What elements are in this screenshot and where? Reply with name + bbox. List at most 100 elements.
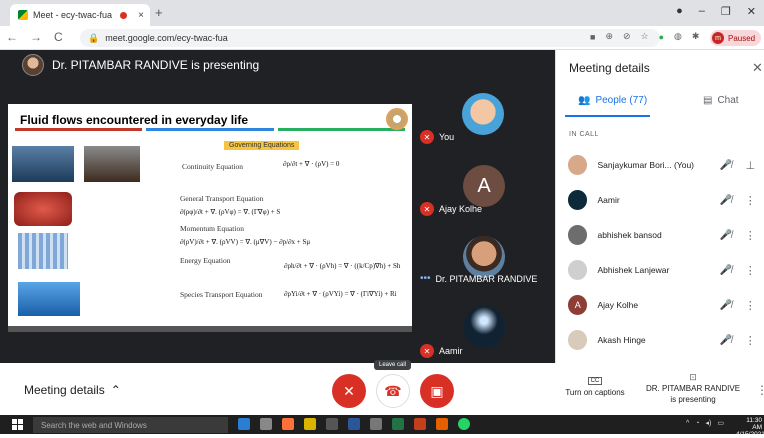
url-bar[interactable]: 🔒 meet.google.com/ecy-twac-fua [80,29,660,47]
reload-button[interactable]: C [54,30,63,44]
participant-avatar [462,93,504,135]
chevron-up-icon: ⌃ [110,383,121,397]
camera-off-icon: ▣ [430,382,444,399]
tile-presenter: ••• Dr. PITAMBAR RANDIVE [420,273,537,284]
participant-avatar [463,306,505,348]
chrome-icon[interactable] [304,418,316,430]
calculator-icon[interactable] [260,418,272,430]
avatar [568,155,588,175]
equation-formula: ∂(ρV)/∂t + ∇. (ρVV) = ∇. (μ∇V) − ∂p/∂x +… [180,238,311,246]
app-orange-icon[interactable] [436,418,448,430]
more-options-icon[interactable]: ⋮ [741,194,760,207]
tile-name: Dr. PITAMBAR RANDIVE [435,273,538,284]
participant-name: Akash Hinge [597,335,646,345]
more-options-icon[interactable]: ⋮ [741,299,760,312]
store-icon[interactable] [326,418,338,430]
meeting-details-button[interactable]: Meeting details ⌃ [24,383,121,397]
more-options-icon[interactable]: ⋮ [741,229,760,242]
new-tab-button[interactable]: + [155,5,163,20]
participant-row[interactable]: Sanjaykumar Bori... (You) 🎤̸ ⊥ [565,150,760,180]
eye-off-icon[interactable]: ⊘ [623,31,631,42]
extension-green-icon[interactable]: ● [659,32,664,42]
governing-equations-label: Governing Equations [224,141,300,150]
equation-formula: ∂ρYi/∂t + ∇ · (ρVYi) = ∇ · (Γi∇Yi) + Ri [284,290,397,298]
chevron-up-icon[interactable]: ^ [686,420,689,427]
back-button[interactable]: ← [6,30,18,44]
slide-title-underline [15,128,405,131]
camera-icon[interactable]: ■ [590,32,595,42]
app-icon[interactable] [370,418,382,430]
word-icon[interactable] [348,418,360,430]
close-window-button[interactable]: ✕ [747,5,756,18]
windows-start-icon[interactable] [12,419,23,430]
meeting-details-label: Meeting details [24,383,105,397]
mic-off-icon: 🎤̸ [719,194,733,206]
tab-label: Chat [717,95,739,106]
powerpoint-icon[interactable] [414,418,426,430]
tile-name: Aamir [439,346,463,356]
pin-icon[interactable]: ⊥ [741,159,760,172]
more-options-icon[interactable]: ⋮ [741,264,760,277]
profile-circle-icon[interactable]: ● [676,5,683,18]
puzzle-icon[interactable]: ✱ [692,31,700,42]
participant-row[interactable]: abhishek bansod 🎤̸ ⋮ [565,220,760,250]
profile-paused-button[interactable]: m Paused [710,30,762,46]
participant-name: Sanjaykumar Bori... (You) [597,160,695,170]
avatar [568,190,588,210]
url-text: meet.google.com/ecy-twac-fua [105,33,228,43]
paused-label: Paused [728,33,756,43]
notification-icon[interactable]: ▭ [717,419,724,427]
zoom-icon[interactable]: ⊕ [605,31,613,42]
participant-name: abhishek bansod [597,230,662,240]
network-icon[interactable]: ◔ [695,420,699,427]
phone-hangup-icon: ☎ [384,382,402,399]
participant-row[interactable]: Aamir 🎤̸ ⋮ [565,185,760,215]
clock-date: 4/15/2021 [736,431,764,438]
leave-call-button[interactable]: ☎ [376,374,410,408]
more-options-icon[interactable]: ⋮ [741,334,760,347]
participant-row[interactable]: Abhishek Lanjewar 🎤̸ ⋮ [565,255,760,285]
window-controls: ● – ❐ ✕ [676,5,756,18]
avatar [568,260,588,280]
whatsapp-icon[interactable] [458,418,470,430]
star-icon[interactable]: ☆ [641,31,649,42]
participant-name: Aamir [597,195,620,205]
tile-ajay: ✕ Ajay Kolhe [420,202,482,216]
taskbar-clock[interactable]: 11:30 AM 4/15/2021 [736,417,764,438]
slide-footer [8,326,412,332]
volume-icon[interactable]: ◂) [706,419,712,427]
recording-dot-icon [120,11,128,19]
leave-call-tooltip: Leave call [374,360,412,370]
lock-icon: 🔒 [88,32,100,43]
tab-people[interactable]: 👥 People (77) [578,95,647,106]
presenter-banner: Dr. PITAMBAR RANDIVE is presenting [0,50,555,80]
people-icon: 👥 [578,95,591,106]
maximize-button[interactable]: ❐ [721,5,731,18]
browser-tab[interactable]: Meet - ecy-twac-fua × [10,4,150,26]
mic-off-icon: 🎤̸ [719,334,733,346]
camera-toggle-button[interactable]: ▣ [420,374,454,408]
taskbar-search[interactable]: Search the web and Windows [33,417,228,433]
equation-label: Continuity Equation [182,162,244,171]
minimize-button[interactable]: – [699,5,705,18]
firefox-icon[interactable] [282,418,294,430]
mic-toggle-button[interactable]: ✕ [332,374,366,408]
tab-close-button[interactable]: × [138,10,144,21]
captions-button[interactable]: CC Turn on captions [562,375,628,397]
rain-image [12,146,74,182]
file-explorer-icon[interactable] [238,418,250,430]
participant-row[interactable]: A Ajay Kolhe 🎤̸ ⋮ [565,290,760,320]
captions-icon: CC [587,377,603,385]
participant-row[interactable]: Akash Hinge 🎤̸ ⋮ [565,325,760,355]
avatar: m [712,32,724,44]
extension-gray-icon[interactable]: ◍ [674,31,682,42]
presenting-button[interactable]: ⊡ DR. PITAMBAR RANDIVE is presenting [643,372,743,405]
tile-name: You [439,132,455,142]
forward-button[interactable]: → [30,30,42,44]
mic-off-icon: ✕ [420,130,434,144]
more-options-button[interactable]: ⋮ [756,383,764,397]
tab-chat[interactable]: ▤ Chat [703,95,739,106]
close-panel-button[interactable]: ✕ [752,60,763,76]
excel-icon[interactable] [392,418,404,430]
tile-name: Ajay Kolhe [439,204,483,214]
